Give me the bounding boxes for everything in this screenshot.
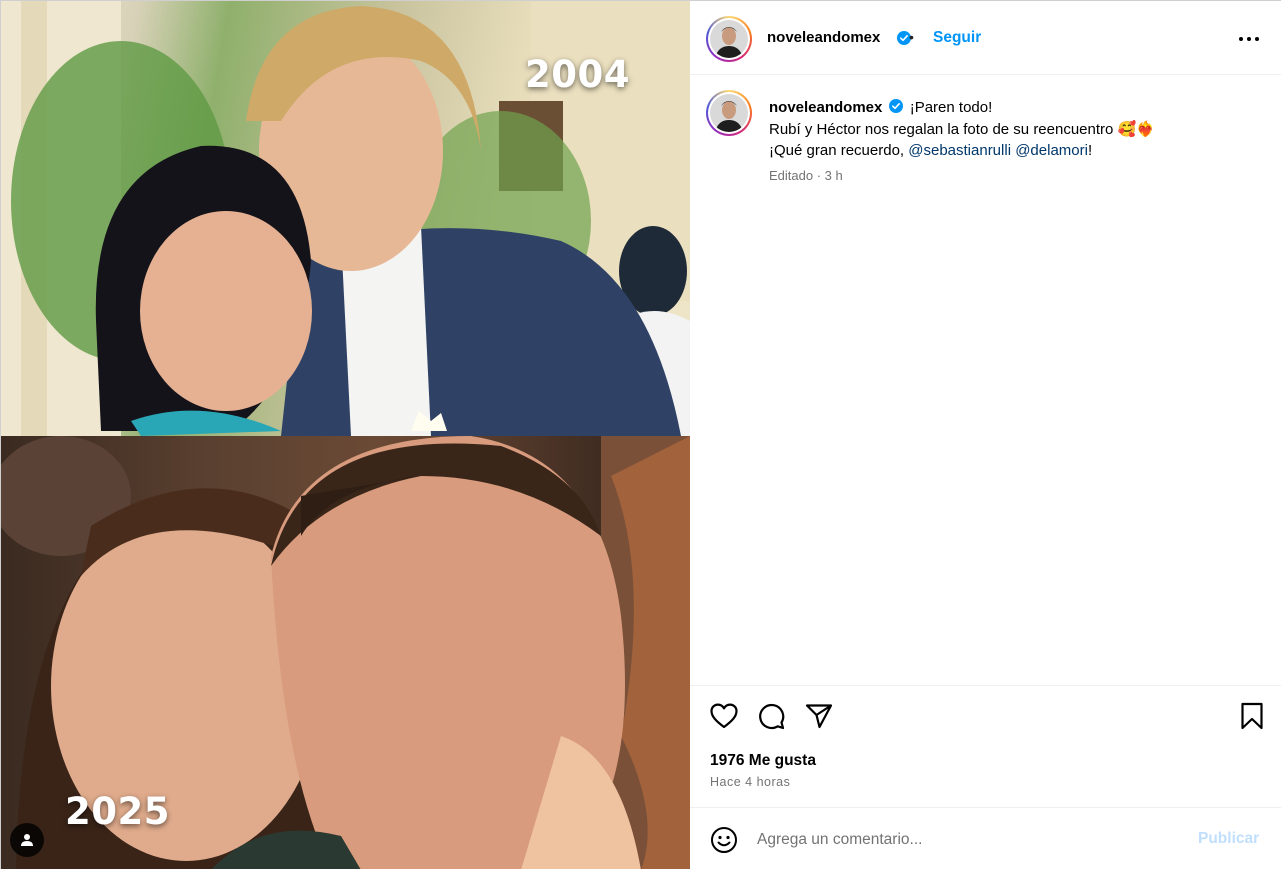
emoji-icon	[711, 827, 737, 853]
post-caption: noveleandomex ¡Paren todo! Rubí y Héctor…	[769, 97, 1269, 162]
mention-delamori[interactable]: @delamori	[1015, 142, 1088, 159]
avatar-image	[710, 20, 748, 58]
post-media[interactable]: 2004 2025	[1, 1, 690, 869]
photo-2004: 2004	[1, 1, 690, 436]
year-2025-label: 2025	[65, 790, 170, 833]
post-header: noveleandomex • Seguir	[690, 1, 1281, 75]
person-icon	[21, 834, 33, 846]
caption-username[interactable]: noveleandomex	[769, 99, 882, 116]
header-username[interactable]: noveleandomex	[767, 29, 880, 46]
avatar-image	[710, 94, 748, 132]
more-options-button[interactable]	[1225, 27, 1273, 51]
comment-button[interactable]	[756, 701, 786, 731]
post-window: 2004 2025 noveleandomex • Seguir novelea…	[0, 0, 1281, 869]
header-separator: •	[909, 29, 914, 45]
actions-bar: 1976 Me gusta Hace 4 horas	[690, 685, 1281, 807]
edited-timestamp: Editado · 3 h	[769, 168, 843, 183]
header-avatar[interactable]	[706, 16, 752, 62]
tagged-users-button[interactable]	[10, 823, 44, 857]
caption-line-3: ¡Qué gran recuerdo, @sebastianrulli @del…	[769, 140, 1269, 162]
mention-sebastianrulli[interactable]: @sebastianrulli	[908, 142, 1011, 159]
bookmark-icon	[1241, 702, 1263, 730]
caption-text-3: ¡Qué gran recuerdo,	[769, 142, 909, 159]
year-2004-label: 2004	[525, 53, 630, 96]
caption-line-1: noveleandomex ¡Paren todo!	[769, 97, 1269, 119]
comment-bar: Publicar	[690, 807, 1281, 869]
verified-badge-icon	[888, 99, 903, 113]
comment-input[interactable]	[757, 828, 1177, 852]
heart-icon	[710, 703, 738, 729]
caption-text-3-end: !	[1087, 142, 1093, 159]
post-time: Hace 4 horas	[710, 775, 791, 789]
caption-line-2: Rubí y Héctor nos regalan la foto de su …	[769, 120, 1155, 138]
like-button[interactable]	[709, 701, 739, 731]
follow-button[interactable]: Seguir	[933, 29, 981, 47]
more-options-icon	[1239, 37, 1259, 41]
comment-icon	[759, 703, 785, 730]
share-icon	[805, 704, 833, 729]
share-button[interactable]	[804, 701, 834, 731]
post-side-panel: noveleandomex • Seguir noveleandomex ¡Pa…	[690, 1, 1281, 869]
caption-text-1: ¡Paren todo!	[909, 99, 993, 116]
emoji-button[interactable]	[709, 825, 739, 855]
publish-button[interactable]: Publicar	[1198, 830, 1259, 848]
likes-count[interactable]: 1976 Me gusta	[710, 752, 816, 770]
caption-avatar[interactable]	[706, 90, 752, 136]
save-button[interactable]	[1237, 701, 1267, 731]
